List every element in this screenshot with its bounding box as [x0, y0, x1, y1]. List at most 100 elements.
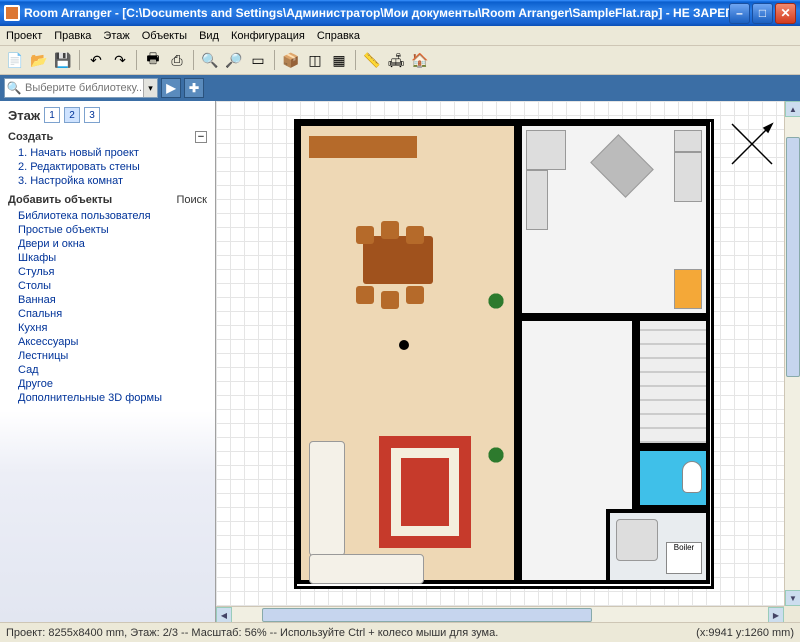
scroll-thumb[interactable]: [262, 608, 592, 622]
sink[interactable]: [590, 134, 654, 198]
chair[interactable]: [406, 226, 424, 244]
shower-tray[interactable]: [616, 519, 658, 561]
floor-3[interactable]: 3: [84, 107, 100, 123]
menu-help[interactable]: Справка: [317, 30, 360, 42]
scroll-right-icon[interactable]: ▶: [768, 607, 784, 622]
lib-kitchen[interactable]: Кухня: [8, 321, 207, 335]
stairs[interactable]: [640, 321, 706, 443]
view3d-button[interactable]: 📦: [280, 49, 302, 71]
floor-selector: Этаж 1 2 3: [8, 107, 207, 123]
go-button[interactable]: ▶: [161, 78, 181, 98]
scroll-left-icon[interactable]: ◀: [216, 607, 232, 622]
undo-button[interactable]: ↶: [85, 49, 107, 71]
lib-3dshapes[interactable]: Дополнительные 3D формы: [8, 391, 207, 405]
close-button[interactable]: ✕: [775, 3, 796, 24]
rooms-button[interactable]: ▦: [328, 49, 350, 71]
collapse-icon[interactable]: −: [195, 131, 207, 143]
counter[interactable]: [526, 130, 566, 170]
create-item-new[interactable]: Начать новый проект: [8, 146, 207, 160]
menu-objects[interactable]: Объекты: [142, 30, 187, 42]
lib-bedroom[interactable]: Спальня: [8, 307, 207, 321]
room-living[interactable]: [297, 122, 518, 584]
lib-doors[interactable]: Двери и окна: [8, 237, 207, 251]
create-section-header: Создать −: [8, 131, 207, 143]
library-input[interactable]: [23, 79, 143, 97]
sofa[interactable]: [309, 554, 424, 584]
fridge[interactable]: [674, 269, 702, 309]
vertical-scrollbar[interactable]: ▲ ▼: [784, 101, 800, 606]
open-button[interactable]: 📂: [28, 49, 50, 71]
chair[interactable]: [381, 291, 399, 309]
chevron-down-icon[interactable]: ▾: [143, 79, 157, 97]
zoom-out-button[interactable]: 🔎: [223, 49, 245, 71]
scroll-corner: [784, 606, 800, 622]
lib-tables[interactable]: Столы: [8, 279, 207, 293]
measure-button[interactable]: 📏: [361, 49, 383, 71]
lib-stairs[interactable]: Лестницы: [8, 349, 207, 363]
room-shower[interactable]: Boiler: [606, 509, 710, 584]
floor-2[interactable]: 2: [64, 107, 80, 123]
menu-config[interactable]: Конфигурация: [231, 30, 305, 42]
scroll-down-icon[interactable]: ▼: [785, 590, 800, 606]
toilet[interactable]: [682, 461, 702, 493]
carpet[interactable]: [379, 436, 471, 548]
save-button[interactable]: 💾: [52, 49, 74, 71]
menu-floor[interactable]: Этаж: [103, 30, 129, 42]
library-toolbar: 🔍 ▾ ▶ ✚: [0, 75, 800, 101]
boiler[interactable]: Boiler: [666, 542, 702, 574]
room-stairwell[interactable]: [636, 317, 710, 447]
lib-wardrobes[interactable]: Шкафы: [8, 251, 207, 265]
chair[interactable]: [381, 221, 399, 239]
search-icon: 🔍: [5, 81, 23, 95]
counter[interactable]: [526, 170, 548, 230]
print-button[interactable]: 🖶: [142, 49, 164, 71]
compass-icon: [724, 116, 780, 172]
home-button[interactable]: 🏠: [409, 49, 431, 71]
plant[interactable]: [487, 446, 505, 464]
addobj-search-link[interactable]: Поиск: [177, 194, 207, 206]
scroll-thumb[interactable]: [786, 137, 800, 377]
library-select[interactable]: 🔍 ▾: [4, 78, 158, 98]
furniture-button[interactable]: 🛋: [385, 49, 407, 71]
menu-project[interactable]: Проект: [6, 30, 42, 42]
menu-edit[interactable]: Правка: [54, 30, 91, 42]
statusbar: Проект: 8255x8400 mm, Этаж: 2/3 -- Масшт…: [0, 622, 800, 642]
chair[interactable]: [356, 286, 374, 304]
create-item-walls[interactable]: Редактировать стены: [8, 160, 207, 174]
floor-label: Этаж: [8, 108, 40, 123]
lib-accessories[interactable]: Аксессуары: [8, 335, 207, 349]
horizontal-scrollbar[interactable]: ◀ ▶: [216, 606, 784, 622]
counter[interactable]: [674, 152, 702, 202]
zoom-in-button[interactable]: 🔍: [199, 49, 221, 71]
chair[interactable]: [406, 286, 424, 304]
maximize-button[interactable]: □: [752, 3, 773, 24]
plant[interactable]: [487, 292, 505, 310]
canvas[interactable]: Boiler ▲ ▼ ◀ ▶: [216, 101, 800, 622]
export-button[interactable]: ⎙: [166, 49, 188, 71]
menu-view[interactable]: Вид: [199, 30, 219, 42]
object-dot[interactable]: [399, 340, 409, 350]
lib-simple[interactable]: Простые объекты: [8, 223, 207, 237]
scroll-up-icon[interactable]: ▲: [785, 101, 800, 117]
zoom-fit-button[interactable]: ▭: [247, 49, 269, 71]
new-button[interactable]: 📄: [4, 49, 26, 71]
minimize-button[interactable]: –: [729, 3, 750, 24]
redo-button[interactable]: ↷: [109, 49, 131, 71]
sofa[interactable]: [309, 441, 345, 556]
room-bath[interactable]: [636, 447, 710, 509]
room-kitchen[interactable]: [518, 122, 710, 317]
cabinet[interactable]: [309, 136, 417, 158]
add-button[interactable]: ✚: [184, 78, 204, 98]
addobj-title: Добавить объекты: [8, 194, 112, 206]
lib-user[interactable]: Библиотека пользователя: [8, 209, 207, 223]
create-item-rooms[interactable]: Настройка комнат: [8, 174, 207, 188]
lib-garden[interactable]: Сад: [8, 363, 207, 377]
lib-chairs[interactable]: Стулья: [8, 265, 207, 279]
walls-button[interactable]: ◫: [304, 49, 326, 71]
chair[interactable]: [356, 226, 374, 244]
floor-1[interactable]: 1: [44, 107, 60, 123]
lib-bath[interactable]: Ванная: [8, 293, 207, 307]
floorplan[interactable]: Boiler: [294, 119, 714, 589]
lib-other[interactable]: Другое: [8, 377, 207, 391]
counter[interactable]: [674, 130, 702, 152]
